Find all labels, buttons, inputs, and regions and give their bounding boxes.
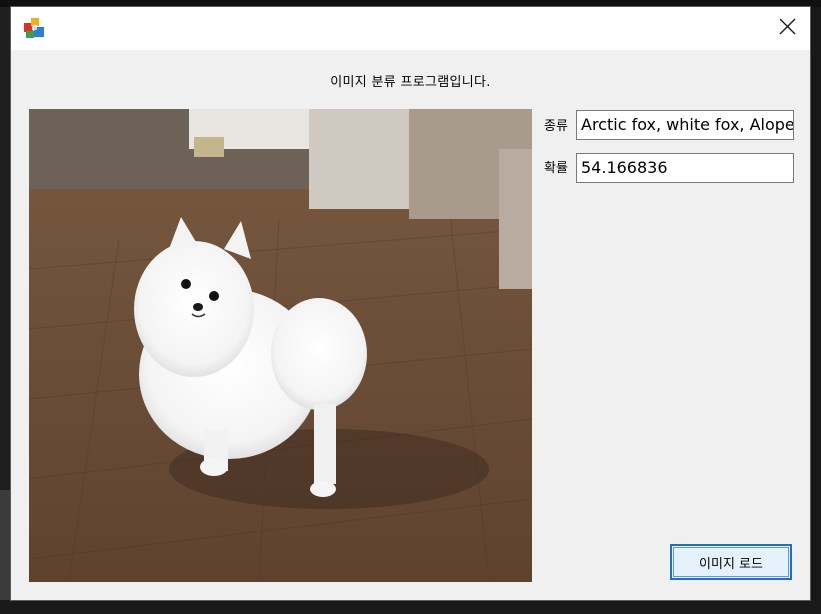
app-icon [22, 16, 46, 40]
title-bar[interactable] [11, 7, 810, 50]
probability-label: 확률 [544, 161, 568, 176]
load-image-label: 이미지 로드 [699, 556, 763, 572]
species-label: 종류 [544, 119, 568, 134]
close-icon [779, 18, 796, 39]
desktop-background-right [810, 7, 821, 614]
load-image-button[interactable]: 이미지 로드 [670, 544, 792, 580]
species-field[interactable]: Arctic fox, white fox, Alopex lagopus [576, 110, 794, 140]
desktop-background-patch [0, 490, 11, 600]
page-title: 이미지 분류 프로그램입니다. [330, 75, 491, 90]
probability-field[interactable]: 54.166836 [576, 153, 794, 183]
classifier-window: 이미지 분류 프로그램입니다. 종류 Arctic fox, white fox… [11, 7, 810, 600]
desktop-background-top [0, 0, 821, 7]
desktop-background-bottom [0, 600, 821, 614]
classified-image [29, 109, 532, 582]
close-button[interactable] [764, 7, 810, 50]
